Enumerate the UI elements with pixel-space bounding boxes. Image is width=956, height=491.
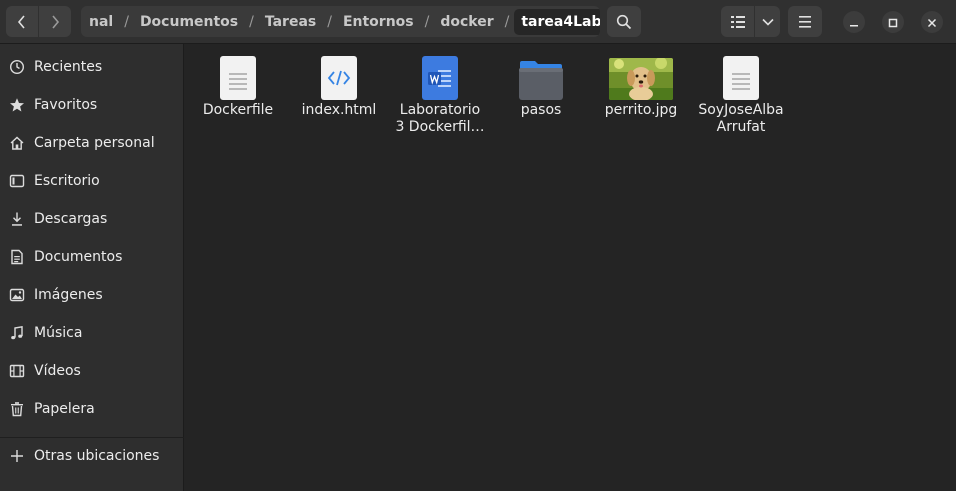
sidebar-item-label: Favoritos (34, 97, 98, 113)
text-file-icon (691, 52, 791, 100)
file-item-laboratorio-3[interactable]: Laboratorio 3 Dockerfil… (390, 52, 490, 136)
home-icon (8, 134, 26, 152)
file-item-pasos[interactable]: pasos (491, 52, 591, 119)
main-menu-button[interactable] (788, 6, 822, 37)
breadcrumb-separator: / (124, 13, 129, 30)
sidebar-item-label: Vídeos (34, 363, 81, 379)
sidebar-item-descargas[interactable]: Descargas (0, 201, 184, 237)
clock-icon (8, 58, 26, 76)
go-next-icon (49, 14, 61, 29)
sidebar-item-label: Otras ubicaciones (34, 448, 160, 464)
sidebar: Recientes Favoritos Carpeta personal Esc… (0, 44, 184, 491)
file-view: Dockerfile index.html Laboratorio 3 Dock… (185, 44, 956, 491)
sidebar-item-label: Carpeta personal (34, 135, 155, 151)
breadcrumb-separator: / (249, 13, 254, 30)
breadcrumb-separator: / (504, 13, 510, 30)
file-item-index-html[interactable]: index.html (289, 52, 389, 119)
file-name: pasos (520, 102, 562, 118)
view-toggle-button[interactable] (721, 6, 754, 37)
breadcrumb-item-documentos[interactable]: Documentos (138, 14, 240, 30)
sidebar-item-videos[interactable]: Vídeos (0, 353, 184, 389)
breadcrumb: nal / Documentos / Tareas / Entornos / d… (81, 6, 600, 37)
close-button[interactable] (921, 11, 943, 33)
sidebar-item-label: Imágenes (34, 287, 103, 303)
chevron-down-icon (761, 18, 774, 26)
sidebar-item-label: Documentos (34, 249, 123, 265)
breadcrumb-separator: / (424, 13, 430, 30)
sidebar-item-papelera[interactable]: Papelera (0, 391, 184, 427)
forward-button[interactable] (39, 6, 71, 37)
breadcrumb-separator: / (327, 13, 332, 30)
sidebar-item-recientes[interactable]: Recientes (0, 49, 184, 85)
search-icon (616, 14, 632, 30)
desktop-icon (8, 172, 26, 190)
sidebar-item-documentos[interactable]: Documentos (0, 239, 184, 275)
sidebar-item-imagenes[interactable]: Imágenes (0, 277, 184, 313)
file-name: Dockerfile (202, 102, 274, 118)
sidebar-item-label: Escritorio (34, 173, 100, 189)
download-icon (8, 210, 26, 228)
path-bar: nal / Documentos / Tareas / Entornos / d… (81, 6, 600, 37)
file-name: Laboratorio 3 Dockerfil… (395, 102, 485, 135)
sidebar-item-label: Papelera (34, 401, 95, 417)
breadcrumb-item-home[interactable]: nal (87, 14, 115, 30)
maximize-button[interactable] (882, 11, 904, 33)
search-button[interactable] (607, 6, 641, 37)
folder-icon (491, 52, 591, 100)
sidebar-item-label: Música (34, 325, 83, 341)
file-name: SoyJoseAlbaArrufat (698, 102, 784, 135)
back-button[interactable] (6, 6, 38, 37)
plus-icon (8, 447, 26, 465)
text-file-icon (188, 52, 288, 100)
breadcrumb-item-docker[interactable]: docker (438, 14, 495, 30)
video-icon (8, 362, 26, 380)
breadcrumb-item-entornos[interactable]: Entornos (341, 14, 416, 30)
header-bar: nal / Documentos / Tareas / Entornos / d… (0, 0, 956, 44)
image-icon (8, 286, 26, 304)
minimize-icon (849, 13, 859, 32)
file-name: perrito.jpg (604, 102, 678, 118)
sidebar-item-musica[interactable]: Música (0, 315, 184, 351)
file-name: index.html (301, 102, 377, 118)
close-icon (927, 13, 937, 32)
sidebar-item-otras-ubicaciones[interactable]: Otras ubicaciones (0, 438, 184, 474)
sidebar-item-escritorio[interactable]: Escritorio (0, 163, 184, 199)
maximize-icon (888, 13, 898, 32)
sidebar-item-carpeta-personal[interactable]: Carpeta personal (0, 125, 184, 161)
html-file-icon (289, 52, 389, 100)
document-icon (8, 248, 26, 266)
star-icon (8, 96, 26, 114)
music-icon (8, 324, 26, 342)
file-item-perrito-jpg[interactable]: perrito.jpg (591, 52, 691, 119)
view-options-button[interactable] (755, 6, 780, 37)
sidebar-item-favoritos[interactable]: Favoritos (0, 87, 184, 123)
hamburger-menu-icon (798, 15, 812, 28)
breadcrumb-item-tareas[interactable]: Tareas (263, 14, 318, 30)
word-document-icon (390, 52, 490, 100)
file-item-dockerfile[interactable]: Dockerfile (188, 52, 288, 119)
sidebar-item-label: Recientes (34, 59, 103, 75)
sidebar-item-label: Descargas (34, 211, 108, 227)
go-previous-icon (16, 14, 28, 29)
file-item-soyjosealbaarrufat[interactable]: SoyJoseAlbaArrufat (691, 52, 791, 136)
minimize-button[interactable] (843, 11, 865, 33)
list-view-icon (730, 15, 745, 28)
trash-icon (8, 400, 26, 418)
breadcrumb-item-current[interactable]: tarea4Lab3 (514, 8, 600, 35)
image-thumbnail-icon (591, 52, 691, 100)
